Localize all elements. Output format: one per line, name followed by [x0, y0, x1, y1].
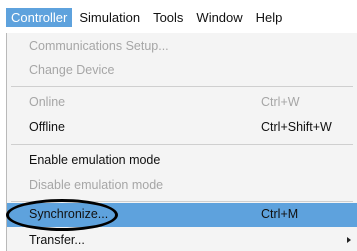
menubar-help[interactable]: Help: [250, 8, 289, 27]
menu-item-label: Transfer...: [29, 233, 85, 247]
menu-item-enable-emulation-mode[interactable]: Enable emulation mode: [7, 149, 357, 173]
menu-item-label: Change Device: [29, 63, 115, 77]
menu-item-label: Disable emulation mode: [29, 178, 164, 192]
menu-item-shortcut: Ctrl+Shift+W: [261, 120, 332, 134]
menu-separator: [11, 201, 353, 202]
screen: Controller Simulation Tools Window Help …: [0, 0, 357, 251]
menubar-simulation[interactable]: Simulation: [73, 8, 146, 27]
menu-item-transfer[interactable]: Transfer...: [7, 229, 357, 251]
menu-separator: [11, 144, 353, 145]
menu-item-change-device[interactable]: Change Device: [7, 59, 357, 83]
menu-separator: [11, 86, 353, 87]
menubar-window[interactable]: Window: [190, 8, 248, 27]
menu-item-shortcut: Ctrl+W: [261, 95, 300, 109]
menu-item-label: Communications Setup...: [29, 39, 169, 53]
menu-item-communications-setup[interactable]: Communications Setup...: [7, 35, 357, 59]
menu-item-offline[interactable]: Offline Ctrl+Shift+W: [7, 116, 357, 140]
menubar-controller[interactable]: Controller: [6, 8, 73, 27]
menu-item-label: Online: [29, 95, 66, 109]
menubar-tools[interactable]: Tools: [147, 8, 189, 27]
menu-bar: Controller Simulation Tools Window Help: [0, 0, 357, 33]
menu-item-label: Synchronize...: [29, 207, 109, 221]
submenu-arrow-icon: [347, 237, 351, 243]
menu-item-online[interactable]: Online Ctrl+W: [7, 91, 357, 115]
menu-item-label: Offline: [29, 120, 65, 134]
menu-item-disable-emulation-mode[interactable]: Disable emulation mode: [7, 174, 357, 198]
menu-item-label: Enable emulation mode: [29, 153, 161, 167]
menu-item-shortcut: Ctrl+M: [261, 207, 299, 221]
menu-item-synchronize[interactable]: Synchronize... Ctrl+M: [7, 203, 357, 227]
controller-dropdown-menu: Communications Setup... Change Device On…: [6, 33, 357, 251]
